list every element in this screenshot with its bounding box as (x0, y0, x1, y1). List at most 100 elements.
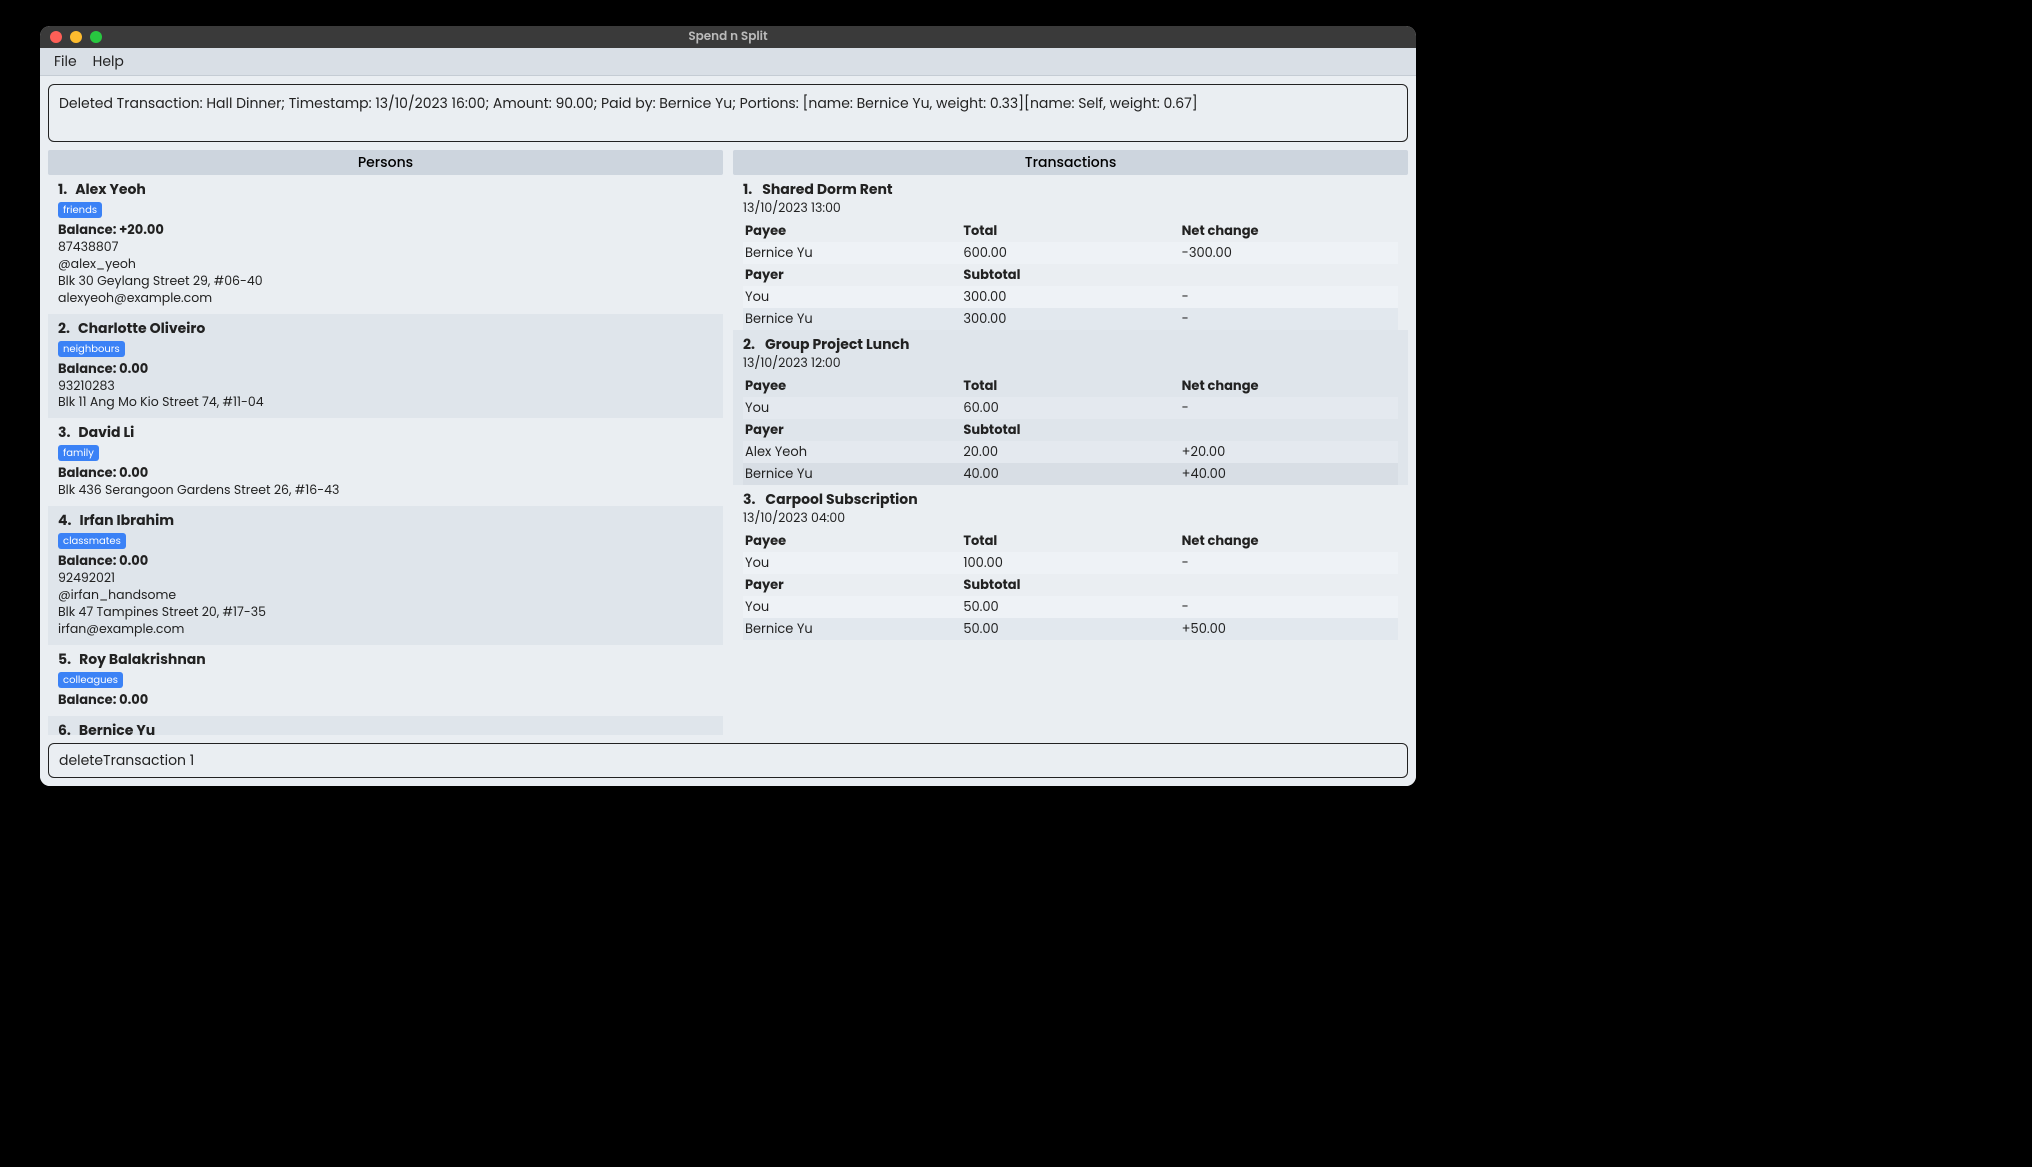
transactions-header: Transactions (733, 150, 1408, 175)
txn-col-header: Payee (743, 220, 961, 242)
minimize-icon[interactable] (70, 31, 82, 43)
transaction-index: 2. (743, 334, 755, 355)
txn-cell: Bernice Yu (743, 463, 961, 485)
person-detail: irfan@example.com (58, 622, 713, 639)
transaction-name: Group Project Lunch (765, 334, 909, 355)
transaction-index: 1. (743, 179, 752, 200)
person-card[interactable]: 4.Irfan IbrahimclassmatesBalance: 0.0092… (48, 506, 723, 645)
transaction-card[interactable]: 3.Carpool Subscription13/10/2023 04:00Pa… (733, 485, 1408, 640)
transaction-name: Carpool Subscription (765, 489, 917, 510)
person-name: Roy Balakrishnan (79, 649, 206, 670)
txn-cell: - (1180, 596, 1398, 618)
maximize-icon[interactable] (90, 31, 102, 43)
transaction-time: 13/10/2023 12:00 (743, 355, 1398, 373)
txn-cell: - (1180, 552, 1398, 574)
txn-cell: +40.00 (1180, 463, 1398, 485)
txn-cell: - (1180, 308, 1398, 330)
person-detail: Blk 11 Ang Mo Kio Street 74, #11-04 (58, 395, 713, 412)
txn-cell: -300.00 (1180, 242, 1398, 264)
person-card[interactable]: 3. David Li family Balance: 0.00Blk 436 Ser… (48, 418, 723, 506)
window-title: Spend n Split (40, 28, 1416, 46)
person-balance: Balance: 0.00 (58, 359, 713, 379)
txn-cell: Bernice Yu (743, 308, 961, 330)
txn-col-header: Subtotal (961, 419, 1179, 441)
txn-cell: 20.00 (961, 441, 1179, 463)
txn-col-header: Payer (743, 574, 961, 596)
txn-col-header (1180, 264, 1398, 286)
txn-cell: Alex Yeoh (743, 441, 961, 463)
person-index: 5. (58, 649, 71, 670)
txn-col-header: Net change (1180, 530, 1398, 552)
txn-cell: - (1180, 286, 1398, 308)
transaction-time: 13/10/2023 13:00 (743, 200, 1398, 218)
panels: Persons 1.Alex YeohfriendsBalance: +20.0… (48, 150, 1408, 735)
txn-cell: 50.00 (961, 618, 1179, 640)
person-index: 3. (58, 422, 70, 443)
person-tags: classmates (58, 533, 713, 549)
person-index: 6. (58, 720, 71, 735)
person-balance: Balance: 0.00 (58, 690, 713, 710)
txn-cell: Bernice Yu (743, 618, 961, 640)
traffic-lights (50, 31, 102, 43)
person-tags: neighbours (58, 341, 713, 357)
txn-cell: 40.00 (961, 463, 1179, 485)
txn-col-header (1180, 419, 1398, 441)
result-display: Deleted Transaction: Hall Dinner; Timest… (48, 84, 1408, 142)
txn-cell: 60.00 (961, 397, 1179, 419)
person-name: Charlotte Oliveiro (78, 318, 205, 339)
txn-col-header: Net change (1180, 375, 1398, 397)
person-balance: Balance: 0.00 (58, 463, 713, 483)
person-tags: friends (58, 202, 713, 218)
txn-cell: Bernice Yu (743, 242, 961, 264)
txn-cell: You (743, 552, 961, 574)
person-detail: @irfan_handsome (58, 588, 713, 605)
tag: classmates (58, 533, 126, 549)
transactions-list[interactable]: 1.Shared Dorm Rent13/10/2023 13:00PayeeT… (733, 175, 1408, 735)
menu-help[interactable]: Help (93, 51, 124, 72)
person-card[interactable]: 2. Charlotte Oliveiro neighbours Balance: 0… (48, 314, 723, 419)
txn-col-header: Payee (743, 530, 961, 552)
txn-cell: 300.00 (961, 308, 1179, 330)
txn-cell: You (743, 397, 961, 419)
transaction-card[interactable]: 1. Shared Dorm Rent13/10/2023 13:00 PayeeT… (733, 175, 1408, 330)
person-card[interactable]: 1.Alex YeohfriendsBalance: +20.008743880… (48, 175, 723, 314)
txn-col-header: Total (961, 220, 1179, 242)
txn-cell: 600.00 (961, 242, 1179, 264)
transaction-time: 13/10/2023 04:00 (743, 510, 1398, 528)
command-box (48, 743, 1408, 778)
close-icon[interactable] (50, 31, 62, 43)
person-detail: 87438807 (58, 240, 713, 257)
persons-list[interactable]: 1.Alex YeohfriendsBalance: +20.008743880… (48, 175, 723, 735)
txn-cell: You (743, 286, 961, 308)
person-detail: Blk 47 Tampines Street 20, #17-35 (58, 605, 713, 622)
person-name: David Li (78, 422, 134, 443)
person-tags: colleagues (58, 672, 713, 688)
menu-file[interactable]: File (54, 51, 77, 72)
content-area: Deleted Transaction: Hall Dinner; Timest… (40, 76, 1416, 786)
persons-header: Persons (48, 150, 723, 175)
txn-col-header: Net change (1180, 220, 1398, 242)
txn-col-header: Payer (743, 419, 961, 441)
person-detail: @alex_yeoh (58, 257, 713, 274)
person-index: 4. (58, 510, 71, 531)
transaction-card[interactable]: 2. Group Project Lunch13/10/2023 12:00 Pay… (733, 330, 1408, 485)
txn-cell: - (1180, 397, 1398, 419)
persons-panel: Persons 1.Alex YeohfriendsBalance: +20.0… (48, 150, 723, 735)
person-index: 2. (58, 318, 70, 339)
person-card[interactable]: 6.Bernice YucolleaguesfriendsBalance: -2… (48, 716, 723, 735)
txn-col-header: Total (961, 375, 1179, 397)
txn-cell: You (743, 596, 961, 618)
transaction-name: Shared Dorm Rent (762, 179, 892, 200)
txn-cell: +50.00 (1180, 618, 1398, 640)
person-balance: Balance: 0.00 (58, 551, 713, 571)
person-card[interactable]: 5. Roy Balakrishnan colleagues Balance: 0.0… (48, 645, 723, 716)
person-detail: alexyeoh@example.com (58, 291, 713, 308)
txn-col-header (1180, 574, 1398, 596)
command-input[interactable] (48, 743, 1408, 778)
txn-cell: +20.00 (1180, 441, 1398, 463)
person-detail: Blk 436 Serangoon Gardens Street 26, #16… (58, 483, 713, 500)
txn-cell: 300.00 (961, 286, 1179, 308)
person-tags: family (58, 445, 713, 461)
txn-col-header: Subtotal (961, 574, 1179, 596)
txn-col-header: Subtotal (961, 264, 1179, 286)
